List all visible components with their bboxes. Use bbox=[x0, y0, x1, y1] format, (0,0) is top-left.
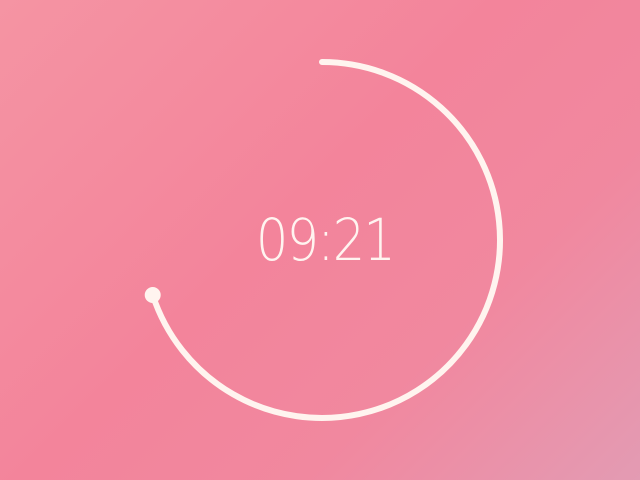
timer-display: 09:21 bbox=[255, 206, 396, 274]
progress-handle[interactable] bbox=[144, 287, 161, 304]
timer-screen: 09:21 bbox=[0, 0, 640, 480]
